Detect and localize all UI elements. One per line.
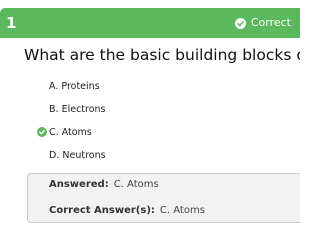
correct-answer-line: Correct Answer(s): C. Atoms [49,205,205,217]
option-label: Electrons [61,104,106,115]
option-letter: C. [49,127,59,138]
question-text: What are the basic building blocks of ma… [24,46,300,64]
answered-line: Answered: C. Atoms [49,179,159,191]
status-label: Correct [250,16,291,29]
correct-answer-label: Correct Answer(s): [49,205,155,216]
option-letter: B. [49,104,59,115]
option-label: Proteins [61,81,100,92]
check-circle-icon [37,127,47,137]
option-letter: A. [49,81,59,92]
result-status: Correct [234,16,291,30]
answer-summary: Answered: C. Atoms Correct Answer(s): C. A… [27,173,300,223]
question-header: 1 Correct [0,8,300,38]
question-number: 1 [6,14,17,32]
answered-value: C. Atoms [113,179,159,190]
check-circle-icon [234,17,246,29]
question-card: 1 Correct What are the basic building bl… [0,0,300,235]
option-a: A. Proteins [49,81,100,93]
option-label: Atoms [61,127,92,138]
option-d: D. Neutrons [49,150,106,162]
option-b: B. Electrons [49,104,106,116]
option-letter: D. [49,150,60,161]
correct-answer-value: C. Atoms [159,205,205,216]
option-c: C. Atoms [49,127,92,139]
option-label: Neutrons [62,150,106,161]
answered-label: Answered: [49,179,109,190]
